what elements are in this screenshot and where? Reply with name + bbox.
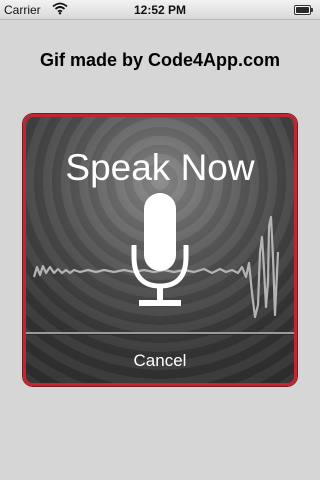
cancel-button[interactable]: Cancel — [26, 335, 294, 383]
speak-now-title: Speak Now — [65, 147, 255, 188]
app-title: Gif made by Code4App.com — [39, 50, 281, 70]
microphone-icon — [131, 193, 189, 306]
status-bar: Carrier 12:52 PM — [0, 0, 320, 20]
speak-now-panel: Speak Now Cancel — [23, 114, 297, 386]
status-time: 12:52 PM — [133, 3, 187, 17]
battery-icon — [294, 5, 314, 15]
